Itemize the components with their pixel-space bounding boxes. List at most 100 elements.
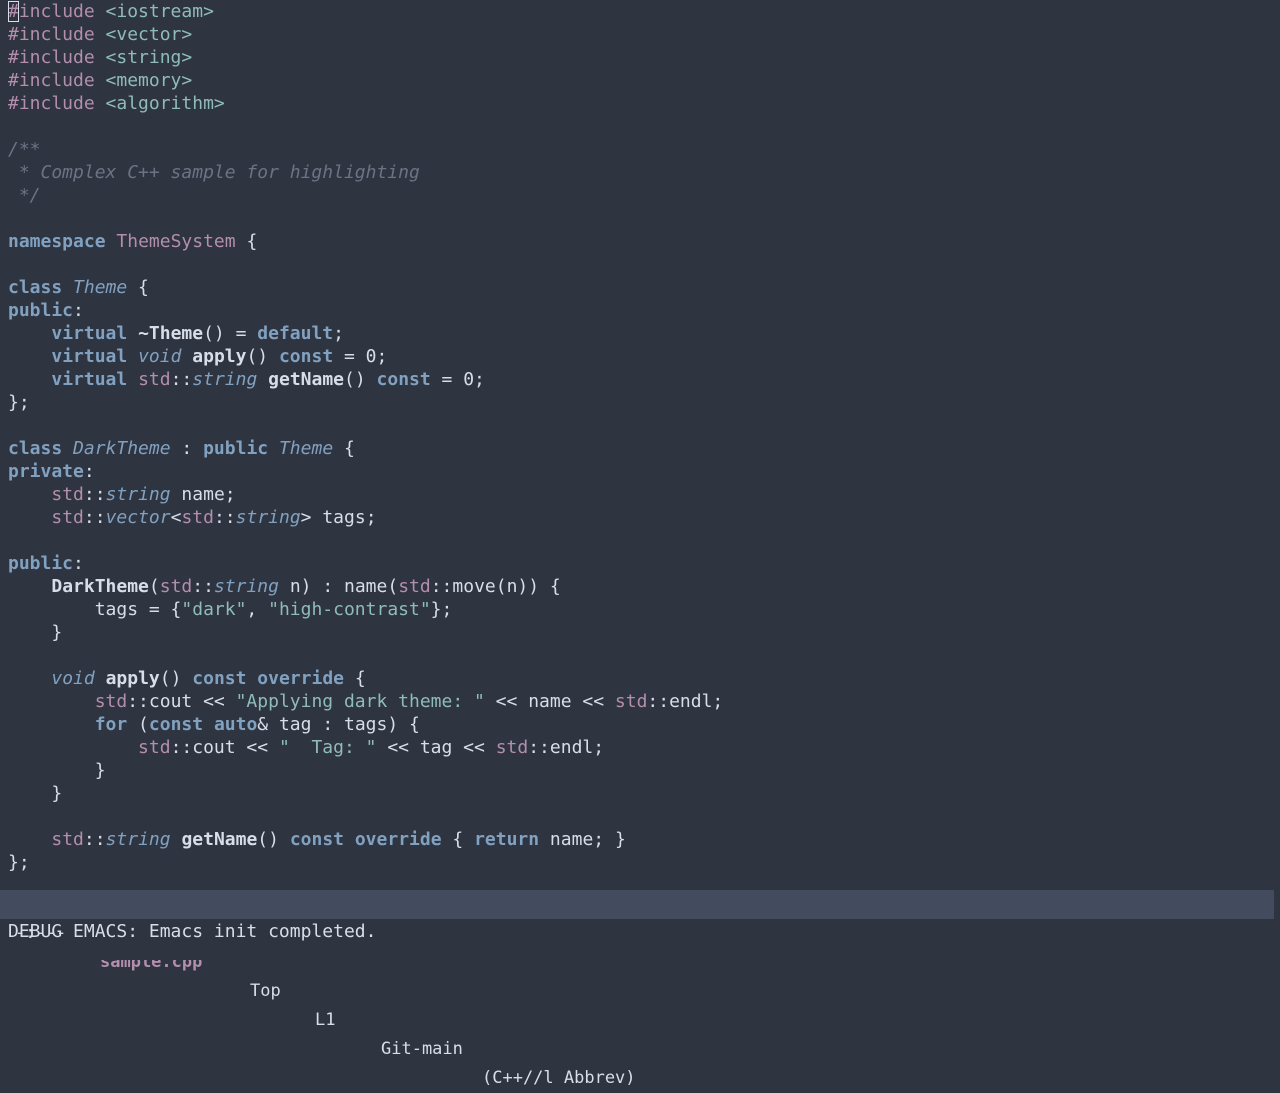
code-token: () bbox=[344, 369, 377, 390]
code-line[interactable]: } bbox=[8, 759, 723, 782]
code-token: "high-contrast" bbox=[268, 599, 431, 620]
code-line[interactable] bbox=[8, 644, 723, 667]
editor-buffer[interactable]: #include <iostream> #include <vector> #inc… bbox=[0, 0, 1280, 890]
code-line[interactable]: std::string getName() const override { r… bbox=[8, 828, 723, 851]
code-token: public bbox=[203, 438, 269, 459]
code-line[interactable] bbox=[8, 115, 723, 138]
code-token: const bbox=[192, 668, 247, 689]
code-line[interactable]: virtual ~Theme() = default; bbox=[8, 322, 723, 345]
code-token: std bbox=[51, 829, 84, 850]
code-token: #include bbox=[8, 24, 95, 45]
code-token: }; bbox=[8, 392, 30, 413]
code-token: return bbox=[474, 829, 540, 850]
code-token: ::cout << bbox=[127, 691, 236, 712]
text-cursor: # bbox=[8, 1, 19, 22]
code-token: Theme bbox=[73, 277, 128, 298]
code-line[interactable]: } bbox=[8, 782, 723, 805]
code-token: { bbox=[333, 438, 355, 459]
code-line[interactable]: */ bbox=[8, 184, 723, 207]
code-token: namespace bbox=[8, 231, 106, 252]
code-token: : bbox=[73, 553, 84, 574]
code-token: <memory> bbox=[94, 70, 193, 91]
frame-bottom bbox=[0, 944, 1280, 960]
code-token: <algorithm> bbox=[94, 93, 225, 114]
echo-area-message: DEBUG EMACS: Emacs init completed. bbox=[8, 921, 377, 942]
code-token: std bbox=[495, 737, 529, 758]
code-line[interactable]: private: bbox=[8, 460, 723, 483]
code-line[interactable] bbox=[8, 805, 723, 828]
code-line[interactable]: namespace ThemeSystem { bbox=[8, 230, 723, 253]
code-token: override bbox=[257, 668, 344, 689]
code-token: public bbox=[8, 553, 74, 574]
code-token: public bbox=[8, 300, 74, 321]
code-token: n) : name( bbox=[278, 576, 399, 597]
code-line[interactable]: tags = {"dark", "high-contrast"}; bbox=[8, 598, 723, 621]
code-line[interactable]: std::cout << " Tag: " << tag << std::end… bbox=[8, 736, 723, 759]
code-line[interactable] bbox=[8, 529, 723, 552]
code-token: () bbox=[257, 829, 290, 850]
code-line[interactable]: DarkTheme(std::string n) : name(std::mov… bbox=[8, 575, 723, 598]
code-line[interactable]: public: bbox=[8, 552, 723, 575]
modeline-major-mode[interactable]: (C++//l Abbrev) bbox=[482, 1064, 636, 1093]
code-line[interactable]: std::string name; bbox=[8, 483, 723, 506]
code-line[interactable]: }; bbox=[8, 851, 723, 874]
code-line[interactable]: #include <memory> bbox=[8, 69, 723, 92]
modeline-vc-branch[interactable]: Git-main bbox=[381, 1035, 463, 1064]
code-line[interactable]: }; bbox=[8, 391, 723, 414]
code-line[interactable]: #include <string> bbox=[8, 46, 723, 69]
code-line[interactable]: } bbox=[8, 621, 723, 644]
code-token: ::endl; bbox=[647, 691, 724, 712]
code-line[interactable]: virtual void apply() const = 0; bbox=[8, 345, 723, 368]
code-line[interactable]: /** bbox=[8, 138, 723, 161]
code-line[interactable]: #include <algorithm> bbox=[8, 92, 723, 115]
code-line[interactable]: #include <vector> bbox=[8, 23, 723, 46]
code-area[interactable]: #include <iostream> #include <vector> #inc… bbox=[8, 0, 723, 874]
code-token: /** bbox=[8, 139, 41, 160]
code-token: ( bbox=[148, 576, 160, 597]
code-token: include bbox=[18, 1, 95, 22]
code-token: } bbox=[8, 760, 106, 781]
code-token: "dark" bbox=[181, 599, 247, 620]
code-token: std bbox=[94, 691, 128, 712]
code-line[interactable] bbox=[8, 253, 723, 276]
code-line[interactable]: std::cout << "Applying dark theme: " << … bbox=[8, 690, 724, 713]
code-token: auto bbox=[213, 714, 258, 735]
code-line[interactable]: #include <iostream> bbox=[8, 0, 723, 23]
code-line[interactable]: class DarkTheme : public Theme { bbox=[8, 437, 723, 460]
code-line[interactable]: public: bbox=[8, 299, 723, 322]
modeline-edge bbox=[1274, 890, 1280, 919]
code-line[interactable]: for (const auto& tag : tags) { bbox=[8, 713, 723, 736]
code-line[interactable] bbox=[8, 207, 723, 230]
code-line[interactable]: virtual std::string getName() const = 0; bbox=[8, 368, 723, 391]
code-line[interactable]: void apply() const override { bbox=[8, 667, 723, 690]
mode-line: -:--- sample.cpp Top L1 Git-main (C++//l… bbox=[0, 890, 1274, 1088]
code-token: name; } bbox=[539, 829, 626, 850]
code-token: : bbox=[170, 438, 204, 459]
code-token: std bbox=[398, 576, 431, 597]
modeline-position: Top bbox=[250, 981, 281, 1001]
code-token: string bbox=[105, 829, 171, 850]
code-line[interactable] bbox=[8, 414, 723, 437]
code-token: } bbox=[8, 783, 63, 804]
code-line[interactable]: class Theme { bbox=[8, 276, 723, 299]
code-line[interactable]: * Complex C++ sample for highlighting bbox=[8, 161, 723, 184]
code-token: << tag << bbox=[376, 737, 496, 758]
code-token: DarkTheme bbox=[73, 438, 171, 459]
code-token: ThemeSystem bbox=[116, 231, 236, 252]
code-token: }; bbox=[8, 852, 30, 873]
code-token: vector bbox=[105, 507, 171, 528]
code-token: virtual bbox=[51, 323, 128, 344]
code-token: }; bbox=[430, 599, 453, 620]
code-token: tags = { bbox=[8, 599, 182, 620]
code-token: #include bbox=[8, 93, 95, 114]
code-line[interactable]: std::vector<std::string> tags; bbox=[8, 506, 723, 529]
